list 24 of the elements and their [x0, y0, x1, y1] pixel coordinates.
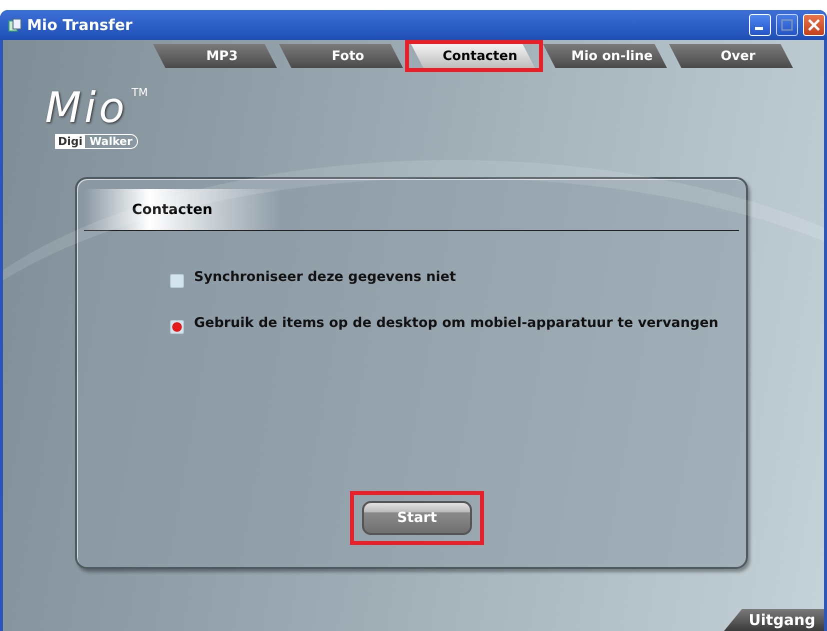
logo-text: Mio	[45, 86, 128, 130]
tab[interactable]: Foto	[279, 44, 403, 68]
tab[interactable]: Over	[669, 44, 793, 68]
option-label: Gebruik de items op de desktop om mobiel-apparatuur te vervangen	[194, 314, 720, 333]
start-button[interactable]: Start	[362, 501, 472, 535]
exit-tab[interactable]: Uitgang	[724, 609, 824, 631]
checkbox[interactable]	[170, 274, 184, 288]
minimize-button[interactable]	[749, 14, 771, 36]
close-icon	[808, 19, 820, 31]
app-icon	[8, 18, 22, 32]
trademark-mark: TM	[132, 86, 148, 99]
close-button[interactable]	[803, 14, 825, 36]
option-label: Synchroniseer deze gegevens niet	[194, 268, 457, 287]
window-title: Mio Transfer	[27, 16, 132, 34]
checkbox[interactable]	[170, 320, 184, 334]
logo-badge-text: Digi	[56, 135, 85, 148]
maximize-icon	[781, 19, 793, 31]
tab[interactable]: Contacten	[411, 44, 535, 68]
panel-title: Contacten	[132, 202, 212, 218]
tab[interactable]: Mio on-line	[543, 44, 667, 68]
maximize-button[interactable]	[776, 14, 798, 36]
logo-badge-text: Walker	[88, 135, 134, 148]
tab[interactable]: MP3	[153, 44, 277, 68]
minimize-icon	[755, 27, 765, 31]
